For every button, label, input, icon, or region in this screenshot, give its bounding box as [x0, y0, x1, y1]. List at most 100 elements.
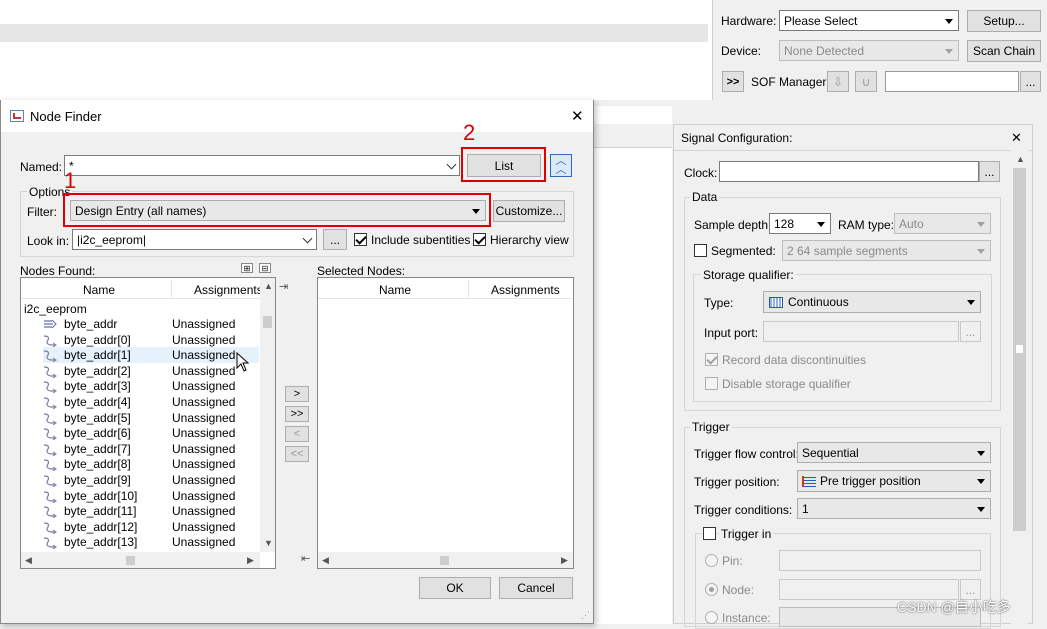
- node-name: byte_addr[12]: [64, 520, 138, 534]
- close-icon[interactable]: ✕: [571, 107, 584, 125]
- node-icon: [43, 397, 57, 409]
- column-header-assignments[interactable]: Assignments: [491, 283, 560, 297]
- signal-config-vscrollbar[interactable]: ▲: [1011, 150, 1028, 624]
- chevron-down-icon[interactable]: [446, 159, 457, 170]
- scroll-up-icon[interactable]: ▲: [264, 281, 273, 291]
- scan-chain-button[interactable]: Scan Chain: [967, 40, 1041, 62]
- collapse-all-icon[interactable]: ⊟: [259, 263, 271, 273]
- type-value: Continuous: [788, 295, 849, 309]
- scroll-right-icon[interactable]: ▶: [247, 555, 254, 566]
- selected-nodes-list[interactable]: Name Assignments ◀ ▶: [317, 277, 574, 569]
- sof-file-field[interactable]: [885, 71, 1019, 92]
- column-divider: [171, 280, 172, 297]
- nodes-found-hscrollbar[interactable]: ◀ ▶: [21, 552, 260, 568]
- remove-all-button[interactable]: <<: [285, 446, 309, 462]
- column-header-name[interactable]: Name: [83, 283, 115, 297]
- hierarchy-view-checkbox[interactable]: [473, 233, 486, 246]
- disable-storage-qualifier-label: Disable storage qualifier: [722, 377, 851, 391]
- hardware-label: Hardware:: [721, 14, 777, 28]
- customize-button[interactable]: Customize...: [493, 200, 565, 222]
- device-select[interactable]: None Detected: [779, 40, 959, 61]
- type-select[interactable]: Continuous: [763, 291, 981, 313]
- remove-selected-button[interactable]: <: [285, 426, 309, 442]
- clock-label: Clock:: [684, 166, 718, 180]
- cancel-button[interactable]: Cancel: [499, 577, 573, 599]
- column-divider: [468, 280, 469, 297]
- clock-browse-button[interactable]: ...: [979, 161, 1000, 182]
- input-port-input[interactable]: [763, 321, 959, 342]
- node-name: byte_addr[3]: [64, 379, 131, 393]
- trigger-flow-select[interactable]: Sequential: [797, 442, 991, 463]
- selected-nodes-label: Selected Nodes:: [317, 264, 406, 278]
- hardware-value: Please Select: [784, 13, 858, 28]
- segmented-select[interactable]: 2 64 sample segments: [782, 240, 991, 261]
- hscroll-thumb[interactable]: [126, 556, 135, 565]
- hscroll-thumb[interactable]: [440, 556, 449, 565]
- continuous-icon: [769, 297, 783, 308]
- segmented-checkbox[interactable]: [694, 244, 707, 257]
- include-subentities-checkbox[interactable]: [354, 233, 367, 246]
- named-label: Named:: [20, 160, 63, 174]
- scroll-up-icon[interactable]: ▲: [1016, 154, 1025, 164]
- scroll-thumb[interactable]: [263, 316, 272, 328]
- scroll-left-icon[interactable]: ◀: [322, 555, 329, 566]
- nodes-found-list[interactable]: Name Assignments i2c_eeprom byte_addr Una…: [20, 277, 276, 569]
- attach-icon[interactable]: ∪: [855, 71, 877, 92]
- root-node[interactable]: i2c_eeprom: [24, 302, 87, 316]
- node-assignment: Unassigned: [172, 348, 236, 362]
- node-name: byte_addr[8]: [64, 457, 131, 471]
- trigger-position-select[interactable]: Pre trigger position: [797, 470, 991, 492]
- segmented-value: 2 64 sample segments: [787, 243, 908, 258]
- move-selected-button[interactable]: >: [285, 386, 309, 402]
- close-icon[interactable]: ✕: [1011, 130, 1022, 146]
- instance-radio[interactable]: [705, 611, 718, 624]
- chevron-down-icon: [977, 248, 985, 254]
- input-port-browse-button[interactable]: ...: [960, 321, 981, 342]
- scroll-down-icon[interactable]: ▼: [264, 538, 273, 548]
- ram-type-select[interactable]: Auto: [894, 213, 991, 234]
- pin-radio[interactable]: [705, 554, 718, 567]
- dialog-title-bar: Node Finder ✕: [1, 100, 593, 132]
- chevron-down-icon: [977, 479, 985, 484]
- trigger-group-label: Trigger: [690, 420, 732, 434]
- expand-button[interactable]: >>: [722, 71, 744, 92]
- node-name: byte_addr[4]: [64, 395, 131, 409]
- background-top-strip: [0, 24, 708, 42]
- signal-config-panel: Signal Configuration: ✕ Clock: ... Data …: [673, 124, 1033, 629]
- pin-input[interactable]: [779, 550, 981, 571]
- download-icon[interactable]: ⇩: [827, 71, 849, 92]
- move-to-top-icon[interactable]: ⇥: [279, 280, 288, 293]
- setup-button[interactable]: Setup...: [967, 10, 1041, 32]
- collapse-options-button[interactable]: ︿ ︿: [550, 154, 572, 177]
- sample-depth-select[interactable]: 128: [769, 213, 831, 234]
- move-to-bottom-icon[interactable]: ⇤: [301, 552, 310, 565]
- background-middle-panel: [590, 106, 672, 624]
- double-chevron-up-icon: ︿ ︿: [555, 154, 567, 176]
- clock-input[interactable]: [719, 161, 979, 182]
- hardware-select[interactable]: Please Select: [779, 10, 959, 31]
- record-discontinuities-checkbox[interactable]: [705, 353, 718, 366]
- column-header-name[interactable]: Name: [379, 283, 411, 297]
- trigger-conditions-select[interactable]: 1: [797, 498, 991, 519]
- ok-button[interactable]: OK: [419, 577, 491, 599]
- column-header-assignments[interactable]: Assignments: [194, 283, 263, 297]
- node-icon: [43, 506, 57, 518]
- scroll-right-icon[interactable]: ▶: [561, 555, 568, 566]
- node-radio[interactable]: [705, 583, 718, 596]
- storage-qualifier-label: Storage qualifier:: [701, 268, 796, 282]
- trigger-in-checkbox[interactable]: [703, 527, 716, 540]
- node-assignment: Unassigned: [172, 411, 236, 425]
- selected-nodes-hscrollbar[interactable]: ◀ ▶: [318, 552, 573, 568]
- sof-browse-button[interactable]: ...: [1020, 71, 1041, 92]
- resize-grip-icon[interactable]: ⋰: [581, 610, 590, 621]
- named-input[interactable]: *: [64, 155, 460, 176]
- move-all-button[interactable]: >>: [285, 406, 309, 422]
- signal-config-title: Signal Configuration:: [681, 131, 793, 145]
- expand-all-icon[interactable]: ⊞: [241, 263, 253, 273]
- nodes-found-vscrollbar[interactable]: ▲ ▼: [260, 278, 275, 552]
- chevron-down-icon: [302, 233, 313, 244]
- lookin-select[interactable]: |i2c_eeprom|: [72, 229, 317, 250]
- lookin-browse-button[interactable]: ...: [323, 229, 347, 250]
- scroll-left-icon[interactable]: ◀: [25, 555, 32, 566]
- disable-storage-qualifier-checkbox[interactable]: [705, 377, 718, 390]
